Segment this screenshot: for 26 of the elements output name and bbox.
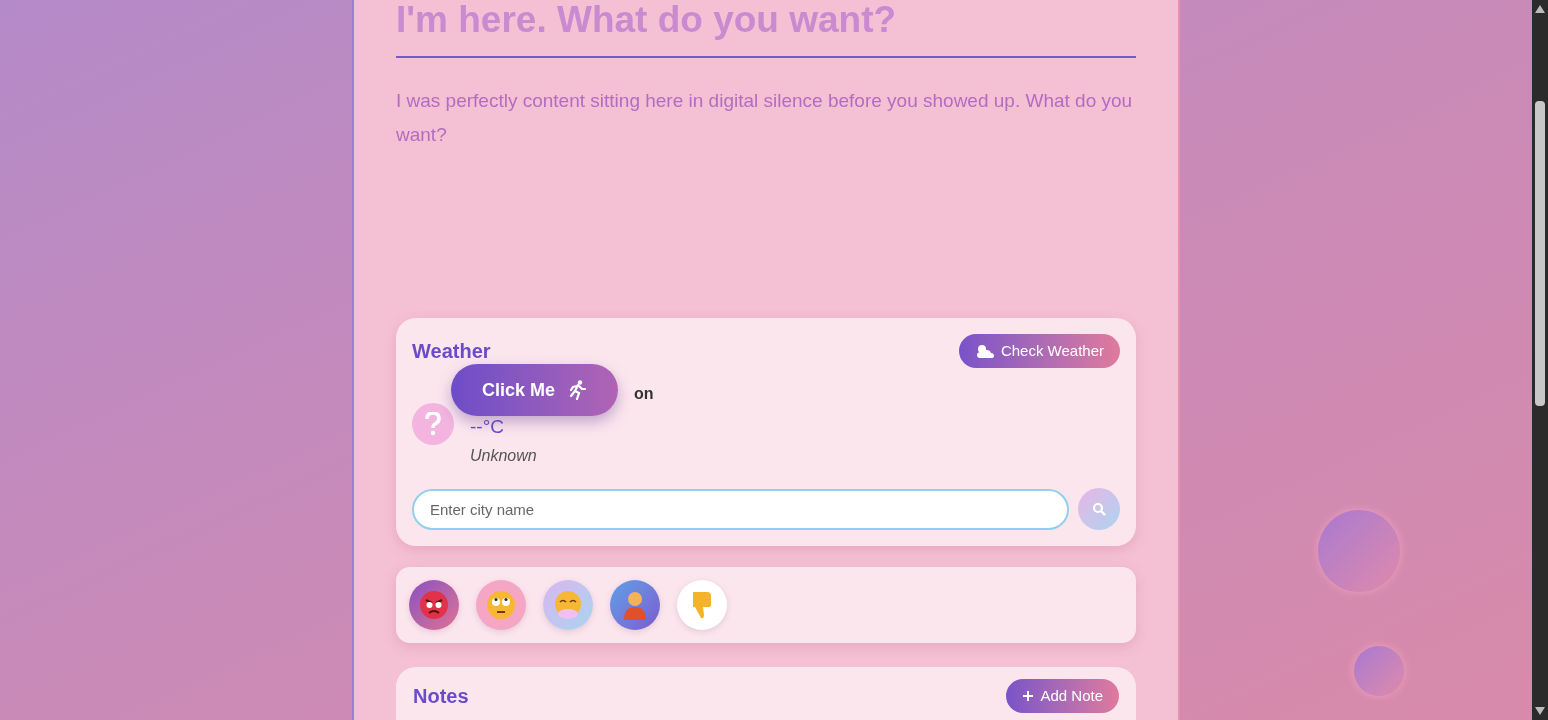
reaction-button[interactable] — [610, 580, 660, 630]
check-weather-button[interactable]: Check Weather — [958, 334, 1120, 368]
search-button[interactable] — [1078, 488, 1120, 530]
reaction-button[interactable] — [409, 580, 459, 630]
person-icon — [621, 590, 649, 620]
plus-icon — [1022, 690, 1035, 702]
sighing-face-icon — [553, 590, 583, 620]
scroll-up-icon — [1535, 5, 1545, 13]
bubble — [1354, 646, 1404, 696]
notes-title: Notes — [413, 684, 469, 709]
city-input[interactable]: Enter city name — [412, 488, 1069, 530]
eye-roll-face-icon — [486, 590, 516, 620]
add-note-button[interactable]: Add Note — [1006, 679, 1119, 713]
weather-title: Weather — [412, 339, 491, 364]
click-me-button[interactable]: Click Me — [451, 364, 618, 416]
unknown-weather-icon — [412, 403, 454, 445]
sun-cloud-icon — [974, 343, 995, 359]
message-text: I was perfectly content sitting here in digital silence before you showed up. What do you want? — [396, 89, 1134, 147]
angry-face-icon — [419, 590, 449, 620]
running-person-icon — [569, 380, 587, 400]
search-icon — [1092, 502, 1106, 516]
condition-text: Unknown — [470, 446, 537, 466]
temperature-text: --°C — [470, 415, 505, 439]
scrollbar-thumb[interactable] — [1535, 101, 1545, 406]
scroll-down-icon — [1535, 707, 1545, 715]
location-text: on — [634, 384, 655, 404]
